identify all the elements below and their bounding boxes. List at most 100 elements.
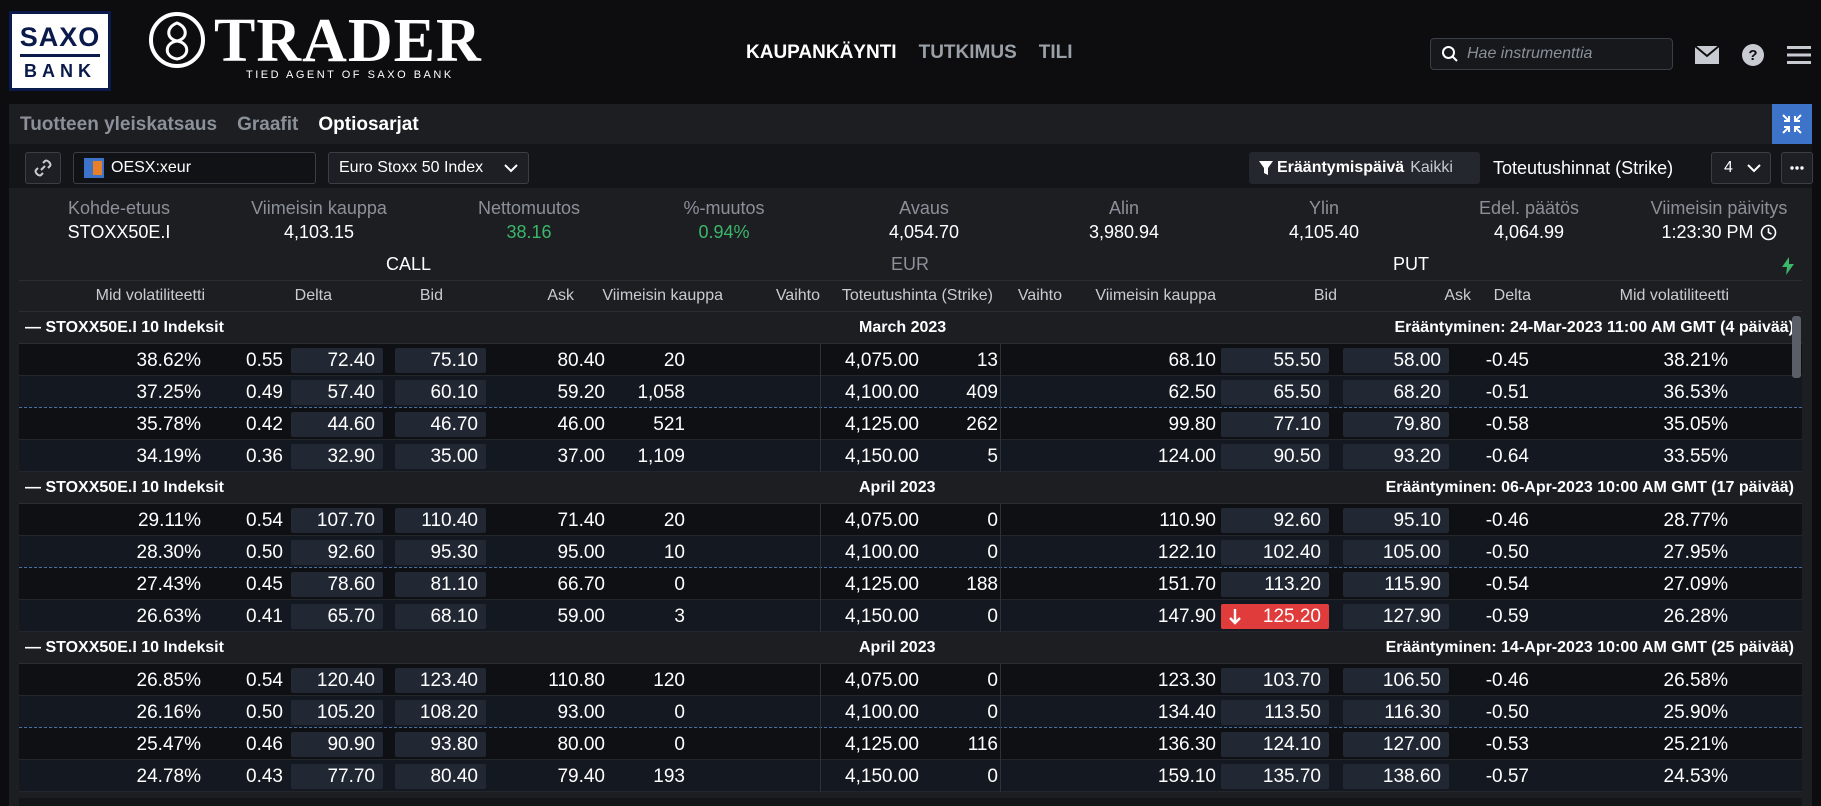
quote-cell[interactable]: 107.70: [291, 508, 383, 533]
table-row[interactable]: 24.78% 0.43 77.70 80.40 79.40 193 4,150.00 0 159…: [19, 760, 1802, 792]
strikes-count-dropdown[interactable]: 4: [1711, 152, 1771, 184]
quote-cell[interactable]: 116.30: [1343, 700, 1449, 725]
quote-cell[interactable]: 90.50: [1221, 444, 1329, 469]
quote-cell[interactable]: 95.30: [395, 540, 486, 565]
lightning-icon[interactable]: [1781, 257, 1795, 275]
table-row[interactable]: 35.78% 0.42 44.60 46.70 46.00 521 4,125.00 262 9…: [19, 408, 1802, 440]
column-header-cell[interactable]: Vaihto: [776, 287, 820, 305]
quote-cell[interactable]: 93.20: [1343, 444, 1449, 469]
quote-cell[interactable]: 78.60: [291, 572, 383, 597]
quote-cell[interactable]: 124.10: [1221, 732, 1329, 757]
quote-cell[interactable]: 32.90: [291, 444, 383, 469]
expiry-group-header[interactable]: — STOXX50E.I 10 Indeksit April 2023 Eräänt…: [19, 632, 1802, 664]
quote-cell[interactable]: 105.00: [1343, 540, 1449, 565]
table-row[interactable]: 27.43% 0.45 78.60 81.10 66.70 0 4,125.00 188 151…: [19, 568, 1802, 600]
quote-cell[interactable]: 92.60: [291, 540, 383, 565]
quote-cell[interactable]: 77.70: [291, 764, 383, 789]
column-header-cell[interactable]: Viimeisin kauppa: [1095, 287, 1216, 305]
quote-cell[interactable]: 125.20: [1221, 604, 1329, 629]
quote-cell[interactable]: 120.40: [291, 668, 383, 693]
help-button[interactable]: ?: [1740, 42, 1766, 68]
search-input[interactable]: [1467, 45, 1667, 63]
column-header-cell[interactable]: Bid: [420, 287, 443, 305]
quote-cell[interactable]: 102.40: [1221, 540, 1329, 565]
column-header-cell[interactable]: Delta: [1494, 287, 1531, 305]
quote-cell[interactable]: 58.00: [1343, 348, 1449, 373]
quote-cell[interactable]: 123.40: [395, 668, 486, 693]
table-row[interactable]: 34.19% 0.36 32.90 35.00 37.00 1,109 4,150.00 5 1…: [19, 440, 1802, 472]
quote-cell[interactable]: 57.40: [291, 380, 383, 405]
quote-cell[interactable]: 135.70: [1221, 764, 1329, 789]
quote-cell[interactable]: 75.10: [395, 348, 486, 373]
table-row[interactable]: 28.30% 0.50 92.60 95.30 95.00 10 4,100.00 0 122.…: [19, 536, 1802, 568]
quote-cell[interactable]: 90.90: [291, 732, 383, 757]
table-row[interactable]: 26.63% 0.41 65.70 68.10 59.00 3 4,150.00 0 147.9…: [19, 600, 1802, 632]
collapse-minus-icon[interactable]: —: [25, 319, 45, 336]
quote-cell[interactable]: 108.20: [395, 700, 486, 725]
quote-cell[interactable]: 46.70: [395, 412, 486, 437]
quote-cell[interactable]: 110.40: [395, 508, 486, 533]
column-header-cell[interactable]: Mid volatiliteetti: [1620, 287, 1729, 305]
quote-cell[interactable]: 65.70: [291, 604, 383, 629]
nav-research[interactable]: TUTKIMUS: [919, 42, 1017, 64]
quote-cell[interactable]: 92.60: [1221, 508, 1329, 533]
expiry-filter-button[interactable]: Erääntymispäivä Kaikki: [1249, 152, 1480, 184]
quote-cell[interactable]: 127.90: [1343, 604, 1449, 629]
collapse-panel-button[interactable]: [1772, 104, 1812, 144]
quote-cell[interactable]: 80.40: [395, 764, 486, 789]
table-row[interactable]: 25.47% 0.46 90.90 93.80 80.00 0 4,125.00 116 136…: [19, 728, 1802, 760]
quote-cell[interactable]: 113.20: [1221, 572, 1329, 597]
table-row[interactable]: 37.25% 0.49 57.40 60.10 59.20 1,058 4,100.00 40…: [19, 376, 1802, 408]
table-scrollbar[interactable]: [1792, 316, 1801, 378]
link-button[interactable]: [25, 152, 61, 184]
quote-cell[interactable]: 60.10: [395, 380, 486, 405]
quote-cell[interactable]: 72.40: [291, 348, 383, 373]
nav-account[interactable]: TILI: [1039, 42, 1073, 64]
quote-cell[interactable]: 106.50: [1343, 668, 1449, 693]
column-header-cell[interactable]: Delta: [295, 287, 332, 305]
quote-cell[interactable]: 115.90: [1343, 572, 1449, 597]
table-row[interactable]: 26.16% 0.50 105.20 108.20 93.00 0 4,100.00 0 134…: [19, 696, 1802, 728]
quote-cell[interactable]: 77.10: [1221, 412, 1329, 437]
main-menu-button[interactable]: [1786, 42, 1812, 68]
column-header-cell[interactable]: Mid volatiliteetti: [96, 287, 205, 305]
quote-cell[interactable]: 127.00: [1343, 732, 1449, 757]
table-row[interactable]: 38.62% 0.55 72.40 75.10 80.40 20 4,075.00 13 68.…: [19, 344, 1802, 376]
quote-cell[interactable]: 44.60: [291, 412, 383, 437]
tab-option-chain[interactable]: Optiosarjat: [318, 114, 418, 136]
nav-trading[interactable]: KAUPANKÄYNTI: [746, 42, 897, 64]
quote-cell[interactable]: 105.20: [291, 700, 383, 725]
quote-cell[interactable]: 68.10: [395, 604, 486, 629]
quote-cell[interactable]: 113.50: [1221, 700, 1329, 725]
more-options-button[interactable]: [1781, 152, 1813, 184]
underlying-dropdown[interactable]: Euro Stoxx 50 Index: [328, 152, 529, 184]
column-header-cell[interactable]: Ask: [547, 287, 574, 305]
expiry-group-header[interactable]: — STOXX50E.I 10 Indeksit April 2023 Eräänt…: [19, 472, 1802, 504]
column-header-cell[interactable]: Toteutushinta (Strike): [842, 287, 993, 305]
quote-cell[interactable]: 68.20: [1343, 380, 1449, 405]
quote-cell[interactable]: 95.10: [1343, 508, 1449, 533]
instrument-search[interactable]: [1430, 38, 1673, 70]
tab-overview[interactable]: Tuotteen yleiskatsaus: [20, 114, 217, 136]
tab-charts[interactable]: Graafit: [237, 114, 298, 136]
column-header-cell[interactable]: Viimeisin kauppa: [602, 287, 723, 305]
messages-button[interactable]: [1694, 42, 1720, 68]
collapse-minus-icon[interactable]: —: [25, 639, 45, 656]
quote-cell[interactable]: 79.80: [1343, 412, 1449, 437]
saxo-bank-logo[interactable]: SAXO BANK: [9, 11, 111, 91]
table-row[interactable]: 29.11% 0.54 107.70 110.40 71.40 20 4,075.00 0 11…: [19, 504, 1802, 536]
column-header-cell[interactable]: Ask: [1444, 287, 1471, 305]
quote-cell[interactable]: 55.50: [1221, 348, 1329, 373]
quote-cell[interactable]: 103.70: [1221, 668, 1329, 693]
quote-cell[interactable]: 81.10: [395, 572, 486, 597]
quote-cell[interactable]: 65.50: [1221, 380, 1329, 405]
instrument-field[interactable]: OESX:xeur: [73, 152, 316, 184]
quote-cell[interactable]: 138.60: [1343, 764, 1449, 789]
expiry-group-header[interactable]: — STOXX50E.I 10 Indeksit March 2023 Eräänt…: [19, 312, 1802, 344]
table-row[interactable]: 26.85% 0.54 120.40 123.40 110.80 120 4,075.00 0…: [19, 664, 1802, 696]
column-header-cell[interactable]: Bid: [1314, 287, 1337, 305]
column-header-cell[interactable]: Vaihto: [1018, 287, 1062, 305]
quote-cell[interactable]: 93.80: [395, 732, 486, 757]
quote-cell[interactable]: 35.00: [395, 444, 486, 469]
collapse-minus-icon[interactable]: —: [25, 479, 45, 496]
